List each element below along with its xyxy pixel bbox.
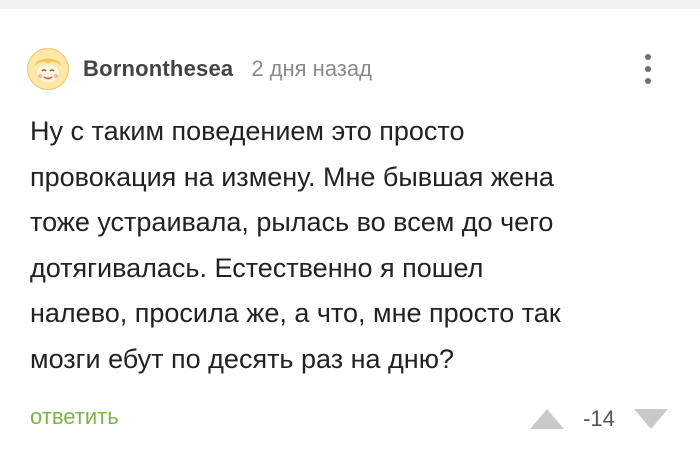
reply-button[interactable]: ответить: [30, 404, 119, 430]
comment-text-line: провокация на измену. Мне бывшая жена: [30, 161, 554, 192]
comment-rating: -14: [528, 404, 670, 434]
triangle-up-icon[interactable]: [528, 407, 566, 431]
avatar[interactable]: [27, 48, 69, 90]
vertical-dots-icon: [645, 54, 651, 60]
more-options-button[interactable]: [636, 50, 660, 88]
top-divider: [0, 0, 700, 9]
rating-value: -14: [583, 406, 615, 431]
comment-text-line: Ну с таким поведением это просто: [30, 116, 465, 146]
triangle-down-icon[interactable]: [632, 407, 670, 431]
comment-author[interactable]: Bornonthesea: [83, 56, 233, 82]
vertical-dots-icon: [645, 78, 651, 84]
comment-text-line: мозги ебут по десять раз на дню?: [30, 343, 454, 374]
cartoon-face-avatar-icon: [29, 50, 67, 88]
comment-timestamp: 2 дня назад: [251, 56, 372, 81]
comment-text-line: налево, просила же, а что, мне просто та…: [30, 298, 561, 328]
comment-text-line: дотягивалась. Естественно я пошел: [30, 252, 484, 283]
comment-text: Ну с таким поведением это просто провока…: [30, 109, 670, 382]
comment-text-line: тоже устраивала, рылась во всем до чего: [30, 207, 554, 237]
vertical-dots-icon: [645, 66, 651, 72]
comment-header: Bornonthesea 2 дня назад: [27, 46, 372, 92]
comment-page: Bornonthesea 2 дня назад Ну с таким пове…: [0, 0, 700, 460]
